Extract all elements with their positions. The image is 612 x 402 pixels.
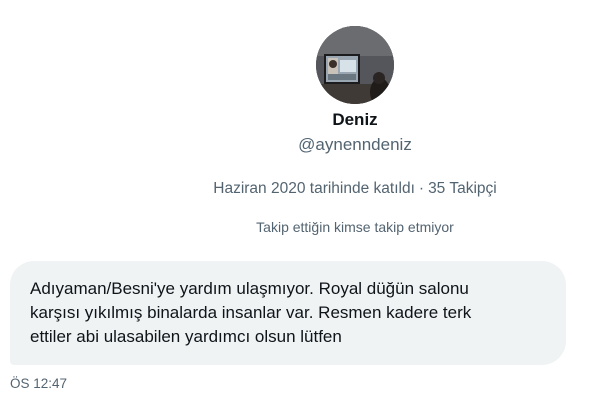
- mutual-followers-info: Takip ettiğin kimse takip etmiyor: [256, 219, 454, 235]
- dm-conversation: Deniz @aynenndeniz Haziran 2020 tarihind…: [0, 0, 612, 402]
- display-name[interactable]: Deniz: [0, 110, 612, 130]
- message-timestamp: ÖS 12:47: [10, 376, 68, 391]
- joined-date: Haziran 2020 tarihinde katıldı: [213, 180, 415, 197]
- followers-count[interactable]: 35 Takipçi: [428, 180, 497, 197]
- profile-meta: Haziran 2020 tarihinde katıldı · 35 Takipç…: [0, 180, 612, 198]
- message-bubble[interactable]: Adıyaman/Besni'ye yardım ulaşmıyor. Roya…: [10, 261, 566, 365]
- avatar[interactable]: [316, 26, 394, 104]
- message-text: Adıyaman/Besni'ye yardım ulaşmıyor. Roya…: [30, 279, 472, 346]
- avatar-photo-icon: [316, 26, 394, 104]
- profile-header: Deniz @aynenndeniz Haziran 2020 tarihind…: [0, 0, 612, 250]
- user-handle: @aynenndeniz: [298, 135, 412, 154]
- meta-separator: ·: [418, 180, 425, 197]
